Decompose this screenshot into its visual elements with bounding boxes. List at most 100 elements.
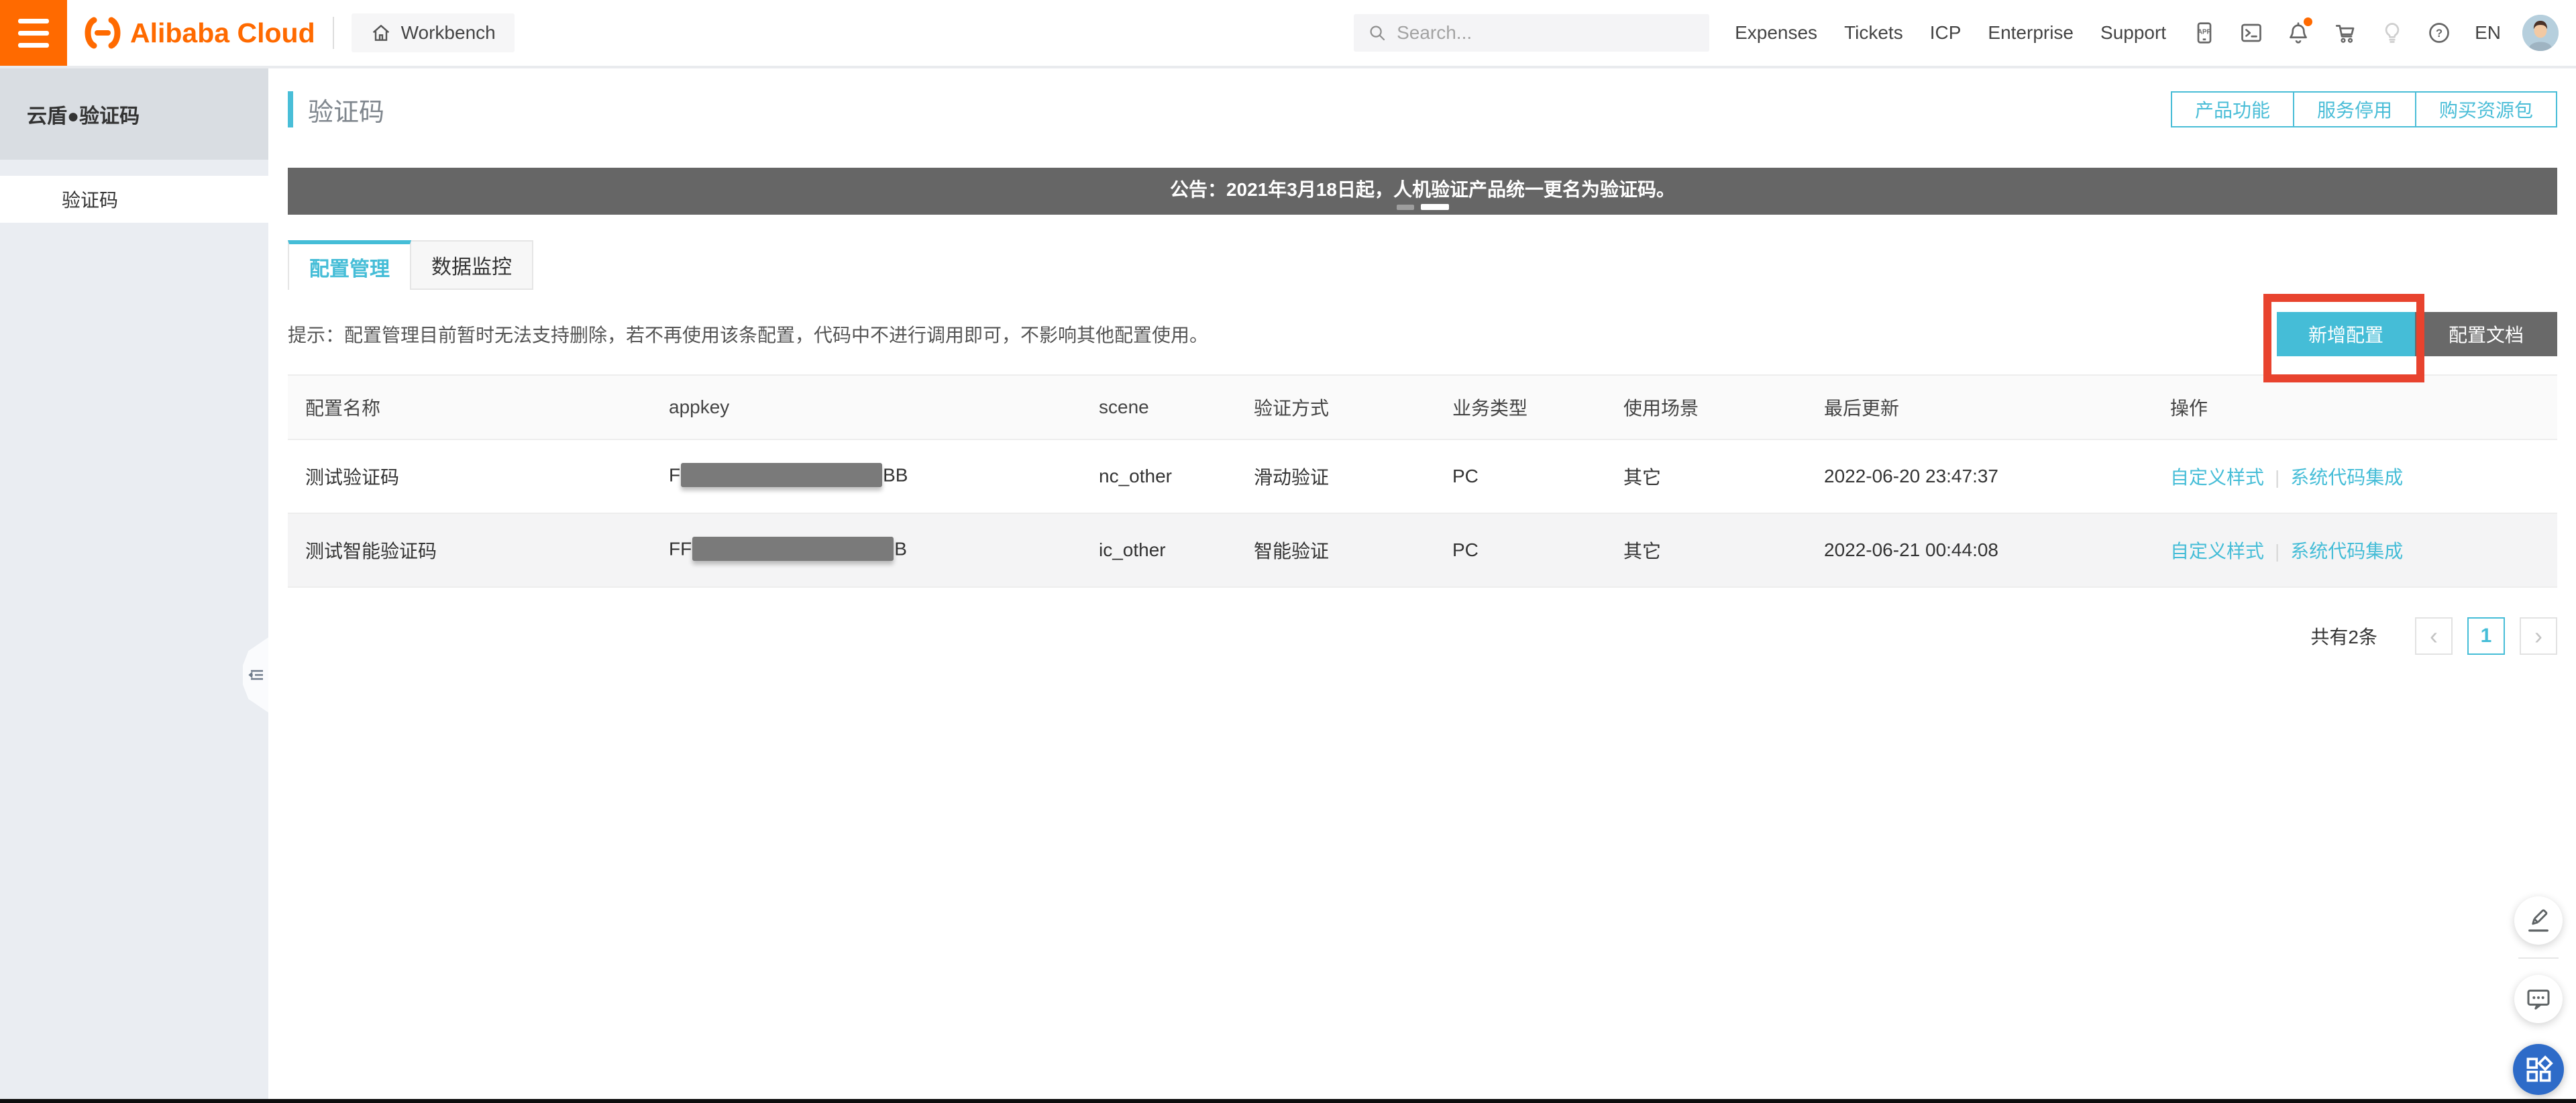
hamburger-menu-button[interactable] [0,0,67,66]
cell-biz-type: PC [1452,539,1623,561]
link-separator: | [2275,467,2279,488]
pagination-prev-button[interactable]: ‹ [2415,617,2453,655]
service-disable-button[interactable]: 服务停用 [2293,91,2416,127]
nav-tickets[interactable]: Tickets [1844,22,1903,44]
avatar[interactable] [2522,15,2559,51]
nav-expenses[interactable]: Expenses [1735,22,1817,44]
system-code-link[interactable]: 系统代码集成 [2290,467,2403,488]
collapse-menu-icon [246,665,266,685]
system-code-link[interactable]: 系统代码集成 [2290,541,2403,562]
tab-data-monitoring[interactable]: 数据监控 [411,240,533,290]
nav-enterprise[interactable]: Enterprise [1988,22,2074,44]
locale-switcher[interactable]: EN [2475,22,2501,44]
workbench-button[interactable]: Workbench [352,13,515,52]
tip-row: 提示：配置管理目前暂时无法支持删除，若不再使用该条配置，代码中不进行调用即可，不… [288,312,2557,356]
svg-text:?: ? [2436,28,2443,40]
column-header-use-scene: 使用场景 [1623,394,1824,421]
page-title-row: 验证码 产品功能 服务停用 购买资源包 [288,91,2557,127]
console-page: Alibaba Cloud Workbench Expenses Tickets [0,0,2576,1103]
appkey-suffix: B [894,538,907,559]
app-icon: APP [2192,21,2216,45]
table-header-row: 配置名称 appkey scene 验证方式 业务类型 使用场景 最后更新 操作 [288,374,2557,440]
appkey-suffix: BB [883,464,908,485]
sidebar-item-captcha[interactable]: 验证码 [0,176,268,223]
link-separator: | [2275,541,2279,562]
custom-style-link[interactable]: 自定义样式 [2170,541,2264,562]
nav-support[interactable]: Support [2100,22,2166,44]
appkey-prefix: FF [669,538,692,559]
bulb-icon [2380,21,2404,45]
cell-verify-type: 智能验证 [1254,537,1452,564]
search-icon [1367,23,1387,43]
fab-divider [2518,957,2559,959]
tab-config-management[interactable]: 配置管理 [288,240,411,290]
nav-icp[interactable]: ICP [1930,22,1962,44]
redaction-box [692,537,894,561]
cell-verify-type: 滑动验证 [1254,463,1452,490]
announcement-text: 公告：2021年3月18日起，人机验证产品统一更名为验证码。 [1170,175,1675,202]
help-icon: ? [2427,21,2451,45]
column-header-appkey: appkey [669,397,1099,418]
carousel-dot-active[interactable] [1421,204,1449,210]
sidebar: 云盾●验证码 验证码 [0,68,268,1103]
table-row: 测试验证码 FBB nc_other 滑动验证 PC 其它 2022-06-20… [288,440,2557,514]
cell-config-name: 测试智能验证码 [288,537,669,564]
notifications-button[interactable] [2286,20,2311,46]
global-search[interactable] [1354,14,1709,52]
pagination-page-1[interactable]: 1 [2467,617,2505,655]
tips-button[interactable] [2379,20,2405,46]
window-bottom-edge [0,1099,2576,1103]
alibaba-cloud-logo[interactable]: Alibaba Cloud [80,13,315,52]
header-nav: Expenses Tickets ICP Enterprise Support [1735,22,2166,44]
config-actions: 新增配置 配置文档 [2277,312,2557,356]
logo-text: Alibaba Cloud [130,17,315,49]
feedback-chat-button[interactable] [2514,975,2563,1023]
announcement-banner[interactable]: 公告：2021年3月18日起，人机验证产品统一更名为验证码。 [288,168,2557,215]
chat-icon [2525,986,2552,1012]
svg-text:APP: APP [2198,29,2212,36]
config-docs-button[interactable]: 配置文档 [2415,312,2557,356]
cell-config-name: 测试验证码 [288,463,669,490]
app-download-button[interactable]: APP [2192,20,2217,46]
tip-text: 提示：配置管理目前暂时无法支持删除，若不再使用该条配置，代码中不进行调用即可，不… [288,321,1208,348]
cell-biz-type: PC [1452,466,1623,487]
header-icons: APP [2192,20,2452,46]
cell-scene: ic_other [1099,539,1254,561]
avatar-image [2522,15,2559,51]
cell-appkey: FF B [669,537,1099,564]
buy-resource-pack-button[interactable]: 购买资源包 [2415,91,2557,127]
pagination-next-button[interactable]: › [2520,617,2557,655]
column-header-operations: 操作 [2170,394,2557,421]
workbench-label: Workbench [401,22,496,44]
grid-apps-icon [2524,1055,2553,1084]
feedback-edit-button[interactable] [2514,896,2563,945]
cloud-shell-button[interactable] [2239,20,2264,46]
cell-updated: 2022-06-20 23:47:37 [1824,466,2170,487]
help-button[interactable]: ? [2426,20,2452,46]
column-header-name: 配置名称 [288,394,669,421]
add-config-button[interactable]: 新增配置 [2277,312,2415,356]
cart-button[interactable] [2332,20,2358,46]
apps-grid-button[interactable] [2513,1044,2564,1095]
pencil-icon [2525,907,2552,934]
cell-operations: 自定义样式 | 系统代码集成 [2170,537,2557,564]
top-header: Alibaba Cloud Workbench Expenses Tickets [0,0,2576,68]
terminal-icon [2239,21,2263,45]
product-features-button[interactable]: 产品功能 [2171,91,2294,127]
cell-appkey: FBB [669,463,1099,490]
pagination: 共有2条 ‹ 1 › [288,617,2557,655]
config-table: 配置名称 appkey scene 验证方式 业务类型 使用场景 最后更新 操作… [288,374,2557,588]
column-header-biz-type: 业务类型 [1452,394,1623,421]
search-input[interactable] [1397,22,1685,44]
cell-updated: 2022-06-21 00:44:08 [1824,539,2170,561]
carousel-dot[interactable] [1397,205,1414,210]
alibaba-cloud-logo-icon [80,13,125,52]
column-header-scene: scene [1099,397,1254,418]
pagination-total: 共有2条 [2310,623,2377,649]
custom-style-link[interactable]: 自定义样式 [2170,467,2264,488]
cell-operations: 自定义样式 | 系统代码集成 [2170,463,2557,490]
home-icon [370,22,392,44]
tabs: 配置管理 数据监控 [288,240,2557,290]
notification-badge [2304,17,2312,26]
title-accent-bar [288,91,293,127]
